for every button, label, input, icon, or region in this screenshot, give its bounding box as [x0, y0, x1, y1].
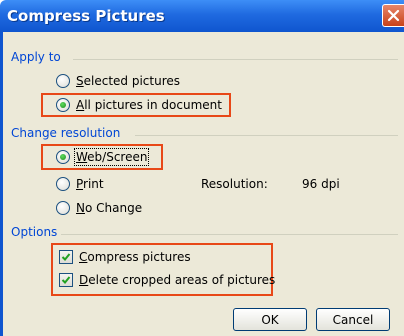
cancel-button[interactable]: Cancel	[316, 308, 390, 331]
apply-to-divider	[73, 59, 398, 60]
radio-print[interactable]: Print	[56, 175, 104, 193]
apply-to-group-label: Apply to	[11, 50, 61, 64]
resolution-label: Resolution:	[201, 177, 268, 191]
dialog-body: Apply to Selected pictures All pictures …	[3, 32, 404, 336]
checkbox[interactable]	[59, 273, 73, 287]
ok-button[interactable]: OK	[233, 308, 307, 331]
radio-button[interactable]	[56, 74, 70, 88]
radio-web-screen[interactable]: Web/Screen	[56, 148, 150, 166]
checkmark-icon	[61, 253, 71, 261]
checkmark-icon	[61, 276, 71, 284]
radio-button-selected[interactable]	[56, 150, 70, 164]
change-resolution-group-label: Change resolution	[11, 126, 121, 140]
radio-button-selected[interactable]	[56, 98, 70, 112]
title-bar[interactable]: Compress Pictures	[0, 0, 404, 32]
resolution-value: 96 dpi	[302, 177, 340, 191]
dialog-title: Compress Pictures	[7, 7, 165, 25]
options-divider	[61, 234, 398, 235]
radio-button[interactable]	[56, 201, 70, 215]
radio-no-change[interactable]: No Change	[56, 199, 142, 217]
compress-pictures-dialog: Compress Pictures Apply to Selected pict…	[0, 0, 404, 336]
options-group-label: Options	[11, 225, 58, 239]
close-button[interactable]	[382, 4, 404, 27]
change-resolution-divider	[135, 135, 398, 136]
checkbox-delete-cropped[interactable]: Delete cropped areas of pictures	[59, 271, 275, 289]
close-icon	[387, 9, 400, 22]
radio-all-pictures[interactable]: All pictures in document	[56, 96, 222, 114]
checkbox-compress-pictures[interactable]: Compress pictures	[59, 248, 191, 266]
radio-button[interactable]	[56, 177, 70, 191]
radio-selected-pictures[interactable]: Selected pictures	[56, 72, 180, 90]
checkbox[interactable]	[59, 250, 73, 264]
